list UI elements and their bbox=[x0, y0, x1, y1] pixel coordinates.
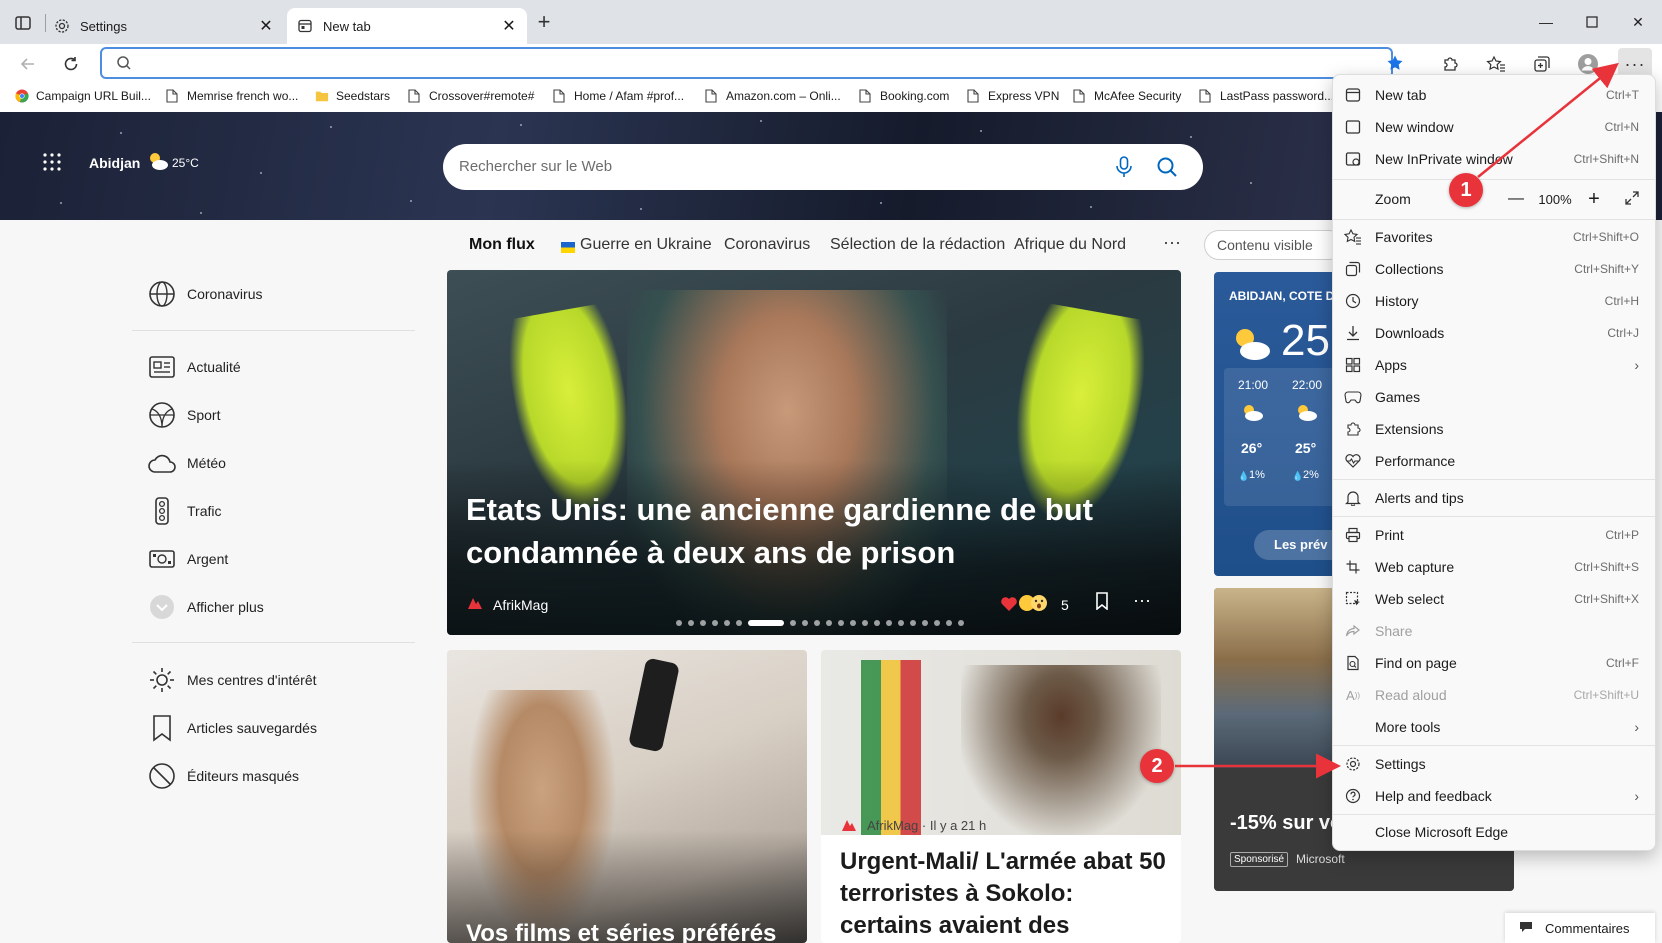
annotation-badge-2: 2 bbox=[1140, 749, 1174, 783]
comment-icon bbox=[1519, 921, 1533, 936]
feedback-button[interactable]: Commentaires bbox=[1505, 913, 1655, 943]
feedback-label: Commentaires bbox=[1545, 920, 1630, 936]
annotation-arrows bbox=[1175, 62, 1619, 779]
annotation-badge-1: 1 bbox=[1449, 173, 1483, 207]
